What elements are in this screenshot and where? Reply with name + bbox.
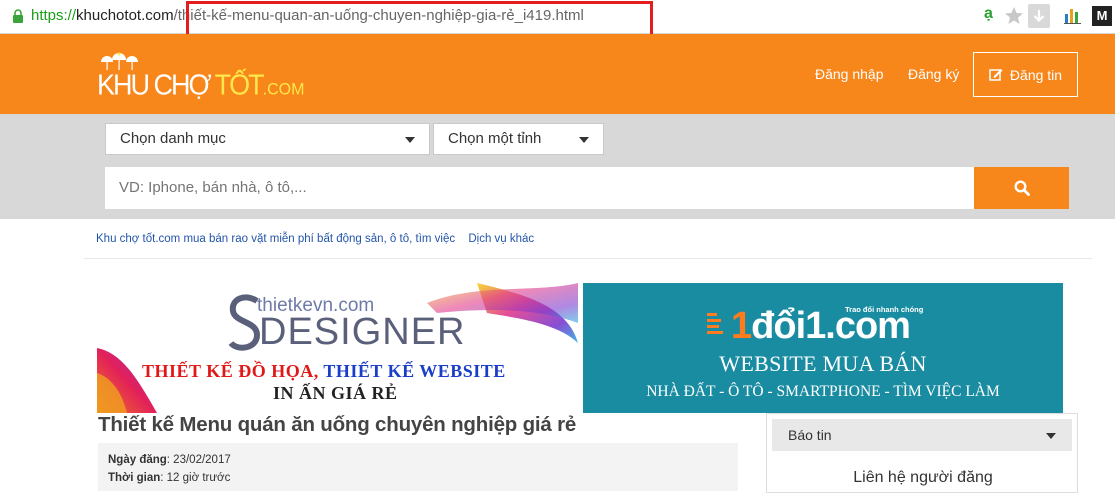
logo-tot-text: TỐT: [214, 69, 265, 101]
post-time-label: Thời gian: [108, 472, 161, 484]
banner-headline-red: THIẾT KẾ ĐỒ HỌA,: [142, 361, 324, 381]
ad-banner-thietkevn[interactable]: thietkevn.com DESIGNER THIẾT KẾ ĐỒ HỌA, …: [97, 283, 578, 413]
url-host: khuchotot.com: [76, 7, 174, 24]
report-label: Báo tin: [788, 427, 832, 443]
chevron-down-icon: [1046, 433, 1056, 439]
seller-sidebar: Báo tin Liên hệ người đăng: [766, 413, 1078, 493]
lock-icon: [13, 9, 23, 23]
post-time: Thời gian: 12 giờ trước: [108, 472, 230, 484]
site-header: KHU CHỢ TỐT.COM Đăng nhập Đăng ký Đăng t…: [0, 34, 1115, 114]
doi1-logo-one-white: 1: [805, 305, 826, 347]
province-select[interactable]: Chọn một tỉnh: [433, 123, 604, 155]
post-time-value: : 12 giờ trước: [160, 472, 231, 484]
post-date-value: : 23/02/2017: [166, 454, 231, 466]
banner-headline: THIẾT KẾ ĐỒ HỌA, THIẾT KẾ WEBSITE: [142, 361, 506, 382]
stats-extension-icon[interactable]: [1064, 6, 1082, 24]
banner-brand: DESIGNER: [259, 311, 466, 353]
post-listing-label: Đăng tin: [1009, 66, 1063, 83]
category-select[interactable]: Chọn danh mục: [105, 123, 430, 155]
province-select-label: Chọn một tỉnh: [448, 130, 542, 147]
bookmark-star-icon[interactable]: [1004, 6, 1024, 26]
divider: [84, 258, 1092, 259]
doi1-title: WEBSITE MUA BÁN: [719, 351, 927, 376]
doi1-logo-one: 1: [731, 305, 752, 347]
breadcrumb: Khu chợ tốt.com mua bán rao vặt miễn phí…: [96, 233, 544, 245]
banner-headline-blue: THIẾT KẾ WEBSITE: [323, 361, 506, 381]
logo-umbrellas-icon: [101, 52, 138, 70]
site-logo[interactable]: KHU CHỢ TỐT.COM: [97, 48, 304, 101]
logo-com-text: .COM: [262, 80, 305, 99]
logo-main-text: KHU CHỢ: [97, 69, 215, 101]
doi1-tagline: Trao đổi nhanh chóng: [845, 305, 924, 314]
download-icon[interactable]: [1028, 4, 1050, 28]
category-select-label: Chọn danh mục: [120, 130, 226, 147]
post-listing-button[interactable]: Đăng tin: [973, 52, 1078, 97]
breadcrumb-category-link[interactable]: Dịch vụ khác: [468, 233, 534, 245]
logo-stripes-icon: [707, 313, 723, 334]
url-scheme: https://: [31, 7, 77, 24]
ad-banner-doi1[interactable]: 1đổi1.com Trao đổi nhanh chóng WEBSITE M…: [583, 283, 1063, 413]
report-dropdown[interactable]: Báo tin: [772, 419, 1072, 451]
search-panel: Chọn danh mục Chọn một tỉnh: [0, 114, 1115, 219]
post-date: Ngày đăng: 23/02/2017: [108, 454, 231, 466]
chevron-down-icon: [579, 137, 589, 143]
logo-wordmark: KHU CHỢ TỐT.COM: [97, 69, 304, 102]
translate-icon[interactable]: ạ: [984, 5, 993, 23]
doi1-logo-doi: đổi: [751, 305, 806, 347]
listing-title: Thiết kế Menu quán ăn uống chuyên nghiệp…: [98, 413, 577, 436]
breadcrumb-home-link[interactable]: Khu chợ tốt.com mua bán rao vặt miễn phí…: [96, 233, 455, 245]
edit-icon: [989, 69, 1003, 81]
login-link[interactable]: Đăng nhập: [815, 66, 884, 82]
register-link[interactable]: Đăng ký: [908, 66, 959, 82]
search-button[interactable]: [974, 167, 1069, 209]
listing-meta: Ngày đăng: 23/02/2017 Thời gian: 12 giờ …: [98, 443, 738, 491]
search-input[interactable]: [105, 167, 974, 209]
contact-seller-heading: Liên hệ người đăng: [853, 469, 993, 486]
search-icon: [1013, 180, 1030, 196]
post-date-label: Ngày đăng: [108, 454, 167, 466]
chevron-down-icon: [405, 137, 415, 143]
doi1-subtitle: NHÀ ĐẤT - Ô TÔ - SMARTPHONE - TÌM VIỆC L…: [646, 383, 1000, 400]
banner-subheadline: IN ẤN GIÁ RẺ: [273, 383, 398, 403]
extension-m-icon[interactable]: M: [1092, 6, 1112, 26]
